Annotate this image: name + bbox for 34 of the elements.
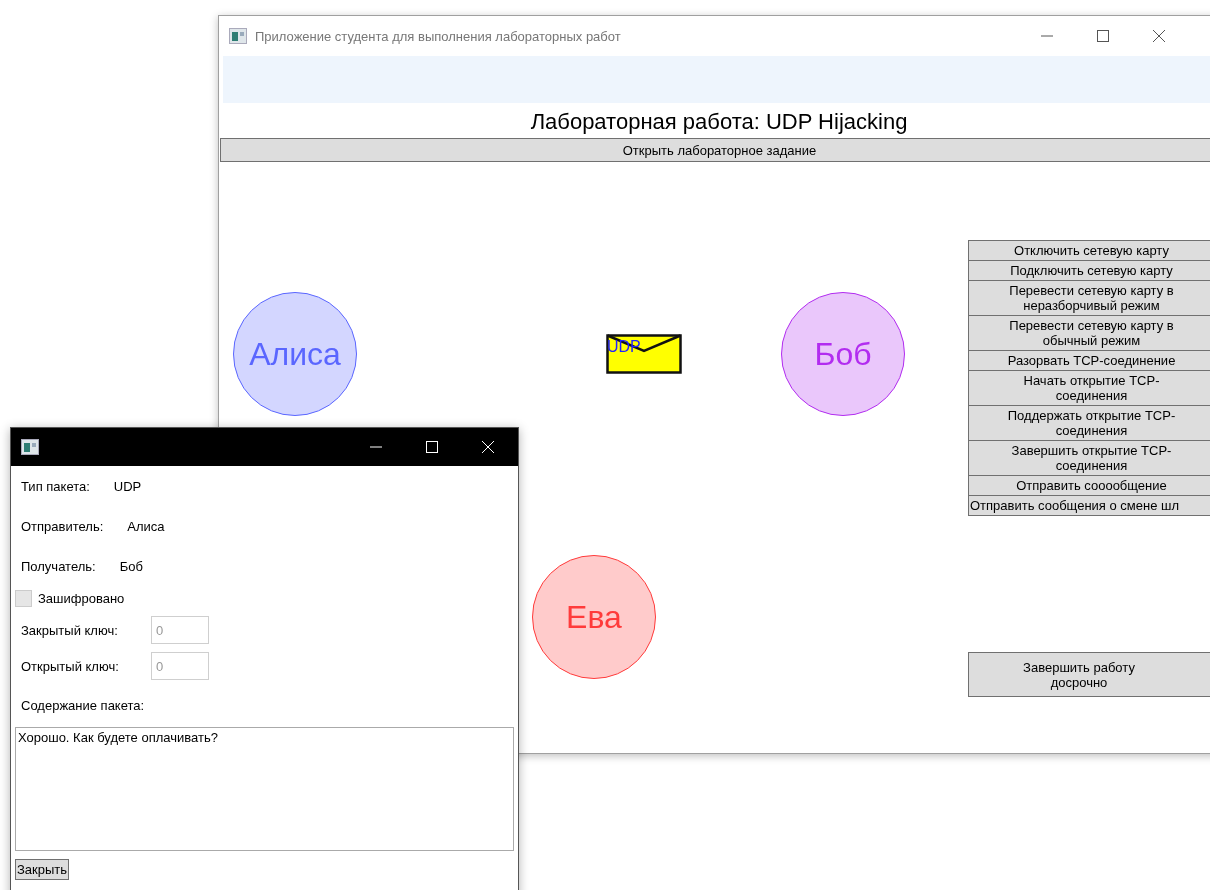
action-button[interactable]: Подключить сетевую карту <box>968 260 1210 281</box>
action-button[interactable]: Отправить сооообщение <box>968 475 1210 496</box>
field-value: Алиса <box>127 518 165 534</box>
field-label: Закрытый ключ: <box>21 622 119 638</box>
close-dialog-button[interactable]: Закрыть <box>15 859 70 880</box>
window-title: Приложение студента для выполнения лабораторных работ <box>255 28 622 44</box>
content-field[interactable]: Хорошо. Как будете оплачивать? <box>15 727 514 851</box>
host-node: Алиса <box>233 292 357 416</box>
action-button[interactable]: Завершить открытие TCP-соединения <box>968 440 1210 476</box>
finish-button[interactable]: Завершить работу досрочно <box>968 652 1210 697</box>
app-icon <box>229 28 247 44</box>
open-task-button[interactable]: Открыть лабораторное задание <box>220 138 1210 162</box>
action-button[interactable]: Отправить сообщения о смене шл <box>968 495 1210 516</box>
field-value: UDP <box>113 478 142 494</box>
action-button[interactable]: Поддержать открытие TCP-соединения <box>968 405 1210 441</box>
lab-title: Лабораторная работа: UDP Hijacking <box>529 108 909 136</box>
action-button[interactable]: Перевести сетевую карту в обычный режим <box>968 315 1210 351</box>
action-button[interactable]: Перевести сетевую карту в неразборчивый режим <box>968 280 1210 316</box>
action-button[interactable]: Отключить сетевую карту <box>968 240 1210 261</box>
field-label: Отправитель: <box>21 518 104 534</box>
action-button[interactable]: Начать открытие TCP-соединения <box>968 370 1210 406</box>
maximize-icon[interactable] <box>1096 29 1110 43</box>
content-label: Содержание пакета: <box>20 698 146 713</box>
close-icon[interactable] <box>1152 29 1166 43</box>
action-button[interactable]: Разорвать TCP-соединение <box>968 350 1210 371</box>
field-label: Тип пакета: <box>21 478 90 494</box>
host-node: Боб <box>781 292 905 416</box>
field-label: Получатель: <box>21 558 96 574</box>
field-label: Открытый ключ: <box>21 658 120 674</box>
field-value: Боб <box>119 558 143 574</box>
encrypted-checkbox[interactable] <box>15 589 32 607</box>
checkbox-label: Зашифровано <box>38 590 125 606</box>
host-node: Ева <box>532 555 656 679</box>
app-icon <box>21 439 39 455</box>
